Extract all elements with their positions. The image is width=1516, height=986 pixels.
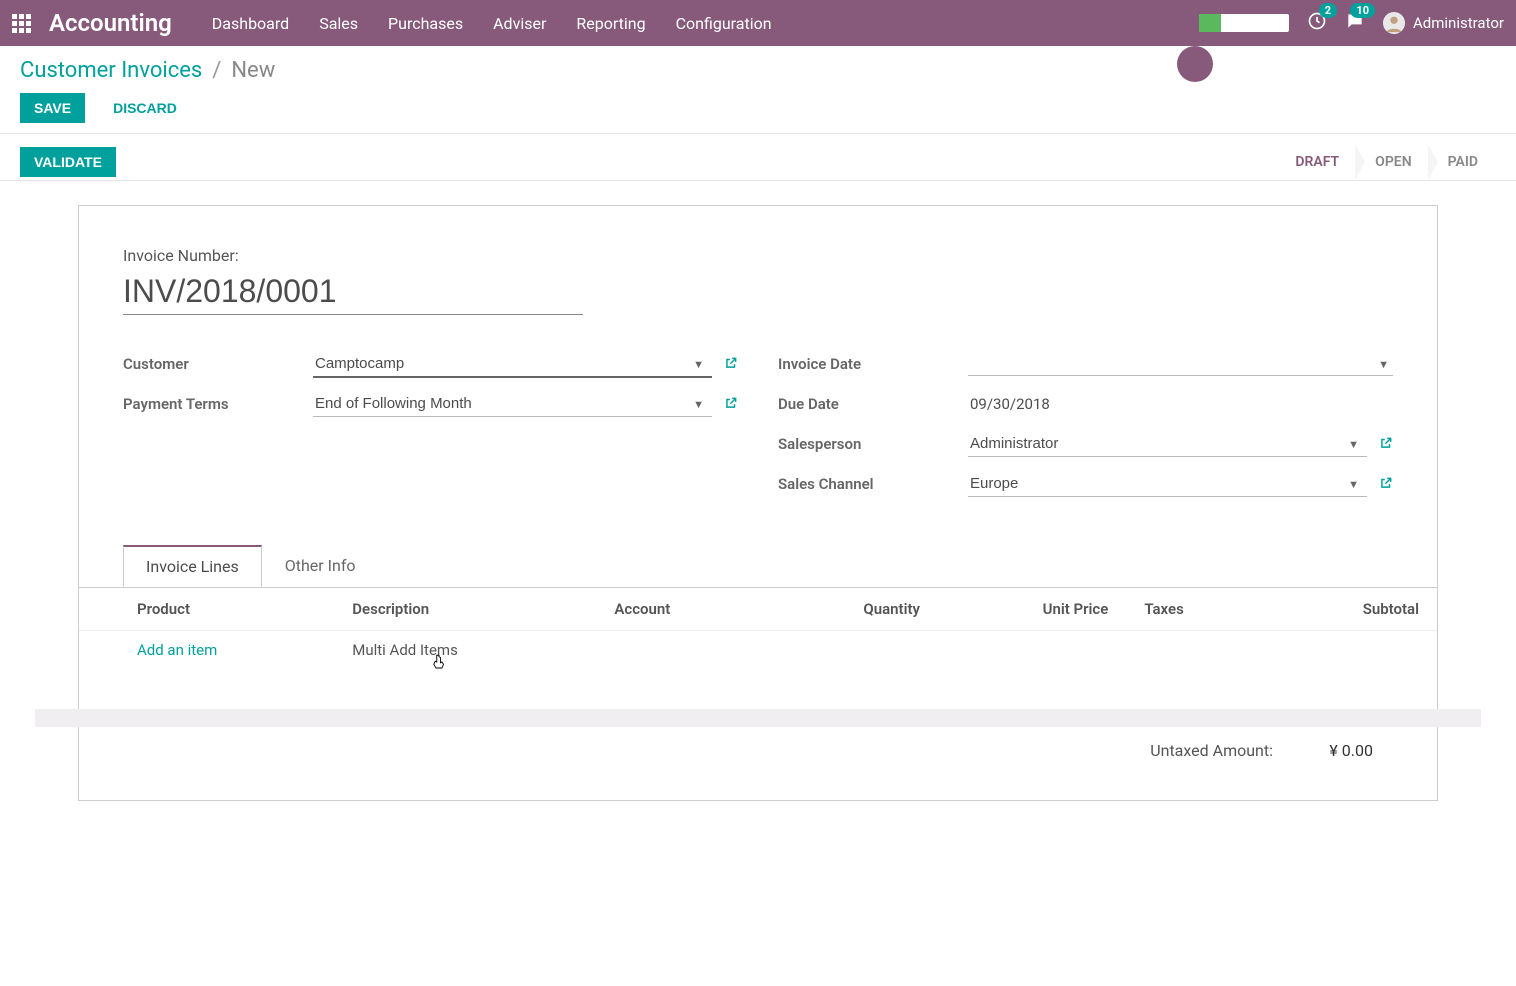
top-navbar: Accounting Dashboard Sales Purchases Adv…	[0, 0, 1516, 46]
payment-terms-label: Payment Terms	[123, 395, 313, 413]
col-quantity: Quantity	[767, 588, 938, 631]
breadcrumb: Customer Invoices / New	[20, 58, 1496, 83]
col-unit-price: Unit Price	[938, 588, 1126, 631]
tab-other-info[interactable]: Other Info	[262, 545, 379, 587]
control-panel: Customer Invoices / New SAVE DISCARD	[0, 46, 1516, 134]
form-sheet: Invoice Number: Customer ▼ Payment Terms	[78, 205, 1438, 801]
cursor-icon	[430, 651, 448, 677]
menu-dashboard[interactable]: Dashboard	[212, 14, 289, 33]
invoice-number-label: Invoice Number:	[123, 246, 1393, 265]
menu-adviser[interactable]: Adviser	[493, 14, 546, 33]
save-button[interactable]: SAVE	[20, 93, 85, 123]
due-date-label: Due Date	[778, 395, 968, 413]
salesperson-field[interactable]	[968, 431, 1367, 457]
col-description: Description	[334, 588, 596, 631]
external-link-icon[interactable]	[724, 355, 738, 374]
external-link-icon[interactable]	[724, 395, 738, 414]
invoice-number-input[interactable]	[123, 269, 583, 315]
user-menu[interactable]: Administrator	[1383, 12, 1504, 34]
user-name: Administrator	[1413, 14, 1504, 32]
activities-icon[interactable]: 2	[1307, 11, 1327, 35]
invoice-lines-table: Product Description Account Quantity Uni…	[79, 588, 1437, 709]
col-taxes: Taxes	[1126, 588, 1266, 631]
tabs: Invoice Lines Other Info	[123, 545, 1393, 587]
hint-bubble[interactable]	[1177, 46, 1213, 82]
status-draft[interactable]: DRAFT	[1277, 144, 1357, 180]
payment-terms-field[interactable]	[313, 391, 712, 417]
external-link-icon[interactable]	[1379, 475, 1393, 494]
status-paid[interactable]: PAID	[1430, 144, 1496, 180]
status-bar: VALIDATE DRAFT OPEN PAID	[0, 134, 1516, 181]
messages-badge: 10	[1350, 3, 1375, 18]
menu-reporting[interactable]: Reporting	[576, 14, 645, 33]
validate-button[interactable]: VALIDATE	[20, 147, 116, 177]
progress-bar[interactable]	[1199, 14, 1289, 32]
untaxed-label: Untaxed Amount:	[1150, 741, 1273, 760]
messages-icon[interactable]: 10	[1345, 11, 1365, 35]
menu-sales[interactable]: Sales	[319, 14, 358, 33]
due-date-value: 09/30/2018	[968, 391, 1052, 417]
add-item-link[interactable]: Add an item	[137, 641, 217, 659]
customer-field[interactable]	[313, 351, 712, 378]
invoice-date-field[interactable]	[968, 352, 1393, 376]
customer-label: Customer	[123, 355, 313, 373]
breadcrumb-current: New	[231, 58, 275, 83]
sales-channel-label: Sales Channel	[778, 475, 968, 493]
status-open[interactable]: OPEN	[1357, 144, 1429, 180]
apps-icon[interactable]	[12, 14, 31, 33]
avatar	[1383, 12, 1405, 34]
salesperson-label: Salesperson	[778, 435, 968, 453]
menu-purchases[interactable]: Purchases	[388, 14, 463, 33]
app-name: Accounting	[49, 9, 172, 37]
main-menu: Dashboard Sales Purchases Adviser Report…	[212, 14, 772, 33]
tab-invoice-lines[interactable]: Invoice Lines	[123, 545, 262, 587]
col-product: Product	[119, 588, 334, 631]
untaxed-value: ¥ 0.00	[1303, 741, 1373, 760]
col-account: Account	[596, 588, 766, 631]
invoice-date-label: Invoice Date	[778, 355, 968, 373]
discard-button[interactable]: DISCARD	[99, 93, 191, 123]
activities-badge: 2	[1319, 3, 1337, 18]
breadcrumb-parent[interactable]: Customer Invoices	[20, 58, 202, 83]
sales-channel-field[interactable]	[968, 471, 1367, 497]
col-subtotal: Subtotal	[1266, 588, 1437, 631]
menu-configuration[interactable]: Configuration	[676, 14, 772, 33]
external-link-icon[interactable]	[1379, 435, 1393, 454]
